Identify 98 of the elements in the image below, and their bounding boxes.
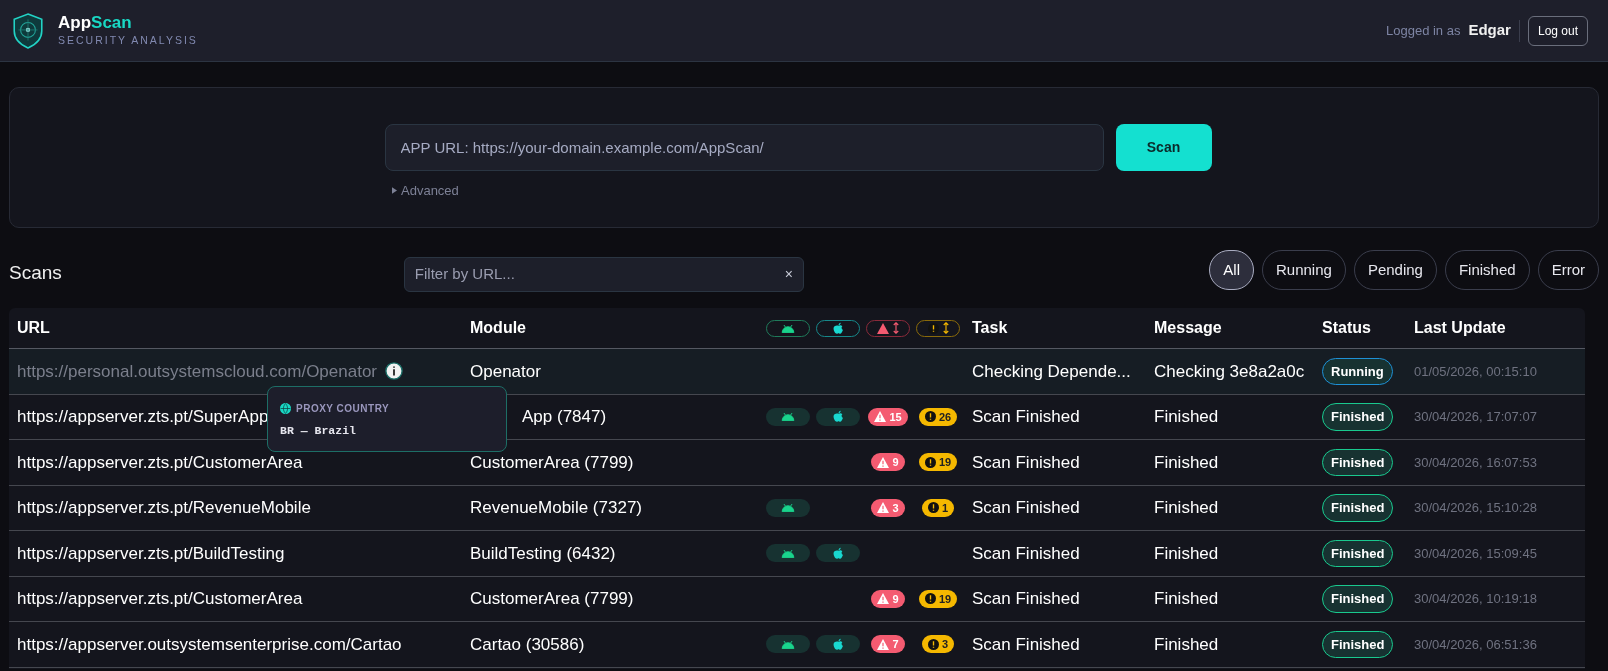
advanced-toggle[interactable]: Advanced bbox=[392, 181, 459, 201]
url-cell-text: https://appserver.zts.pt/CustomerArea bbox=[17, 451, 303, 474]
message-cell-text: Finished bbox=[1154, 633, 1220, 656]
task-cell-text: Scan Finished bbox=[972, 497, 1081, 519]
task-cell-text: Scan Finished bbox=[972, 633, 1081, 656]
exclamation-icon bbox=[924, 411, 936, 423]
status-badge: Finished bbox=[1322, 630, 1394, 658]
app-name: AppScan bbox=[58, 12, 133, 33]
url-cell-text: https://personal.outsystemscloud.com/Openator bbox=[17, 360, 377, 383]
clear-button[interactable]: × bbox=[784, 264, 793, 285]
app-url-field[interactable]: APP URL: https://your-domain.example.com/AppScan/ bbox=[384, 124, 1104, 171]
column-header: Task bbox=[972, 318, 1009, 338]
user-name: Edgar bbox=[1468, 20, 1511, 41]
android-icon bbox=[781, 323, 795, 333]
warning-icon bbox=[877, 638, 890, 650]
warning-count-badge: 1 bbox=[921, 498, 955, 517]
url-cell-text: https://appserver.zts.pt/BuildTesting bbox=[17, 542, 285, 565]
critical-count-badge: 9 bbox=[871, 589, 905, 608]
warning-icon bbox=[874, 411, 887, 423]
url-cell-text: https://appserver.zts.pt/CustomerArea bbox=[17, 588, 303, 610]
task-cell-text: Scan Finished bbox=[972, 542, 1081, 565]
message-cell-text: Finished bbox=[1154, 406, 1220, 428]
module-cell: Cartao (30586) bbox=[470, 634, 585, 654]
warning-count-badge: 3 bbox=[921, 635, 955, 654]
app-subtitle: SECURITY ANALYSIS bbox=[58, 32, 198, 48]
last-update-cell-text: 30/04/2026, 15:10:28 bbox=[1414, 499, 1538, 517]
warning-count-badge: 19 bbox=[918, 589, 958, 608]
task-cell-text: Checking Depende... bbox=[972, 360, 1132, 383]
last-update-cell-text: 30/04/2026, 15:09:45 bbox=[1414, 544, 1538, 563]
column-header: Last Update bbox=[1414, 318, 1507, 338]
message-cell-text: Finished bbox=[1154, 451, 1220, 474]
apple-icon bbox=[832, 321, 844, 335]
module-cell: Openator bbox=[470, 361, 541, 381]
tooltip-title: PROXY COUNTRY bbox=[296, 402, 390, 417]
warning-count-badge: 26 bbox=[918, 407, 958, 426]
critical-count-badge: 3 bbox=[871, 498, 905, 517]
warning-icon bbox=[877, 593, 890, 605]
apple-icon bbox=[832, 410, 844, 424]
task-cell-text: Scan Finished bbox=[972, 406, 1081, 428]
status-badge: Finished bbox=[1322, 448, 1394, 476]
exclamation-icon bbox=[927, 502, 939, 514]
message-cell-text: Finished bbox=[1154, 542, 1220, 565]
module-cell: App (7847) bbox=[522, 407, 607, 426]
module-cell: RevenueMobile (7327) bbox=[470, 498, 642, 517]
critical-count-badge: 7 bbox=[871, 635, 905, 654]
last-update-cell-text: 30/04/2026, 10:19:18 bbox=[1414, 590, 1538, 608]
logout-button[interactable]: Log out bbox=[1527, 15, 1588, 46]
exclamation-icon bbox=[927, 638, 939, 650]
module-cell: CustomerArea (7799) bbox=[470, 452, 634, 472]
status-badge: Finished bbox=[1322, 585, 1394, 613]
last-update-cell-text: 01/05/2026, 00:15:10 bbox=[1414, 362, 1538, 381]
android-icon bbox=[781, 548, 795, 558]
url-cell-text: https://appserver.outsystemsenterprise.com/Cartao bbox=[17, 633, 402, 656]
status-badge: Finished bbox=[1322, 403, 1394, 431]
message-cell-text: Checking 3e8a2a0c bbox=[1154, 360, 1306, 383]
critical-count-badge: 9 bbox=[871, 453, 905, 472]
url-cell-text: https://appserver.zts.pt/RevenueMobile bbox=[17, 497, 311, 519]
last-update-cell-text: 30/04/2026, 16:07:53 bbox=[1414, 453, 1538, 472]
column-header: Module bbox=[470, 318, 527, 338]
android-icon bbox=[781, 503, 795, 513]
warning-count-badge: 19 bbox=[918, 453, 958, 472]
apple-icon bbox=[832, 637, 844, 651]
logged-in-label: Logged in as bbox=[1386, 21, 1461, 40]
status-badge: Finished bbox=[1322, 494, 1394, 522]
message-cell-text: Finished bbox=[1154, 497, 1220, 519]
exclamation-icon bbox=[927, 322, 939, 334]
exclamation-icon bbox=[924, 593, 936, 605]
info-icon[interactable] bbox=[385, 362, 403, 381]
status-badge: Finished bbox=[1322, 539, 1394, 567]
shield-logo-icon bbox=[12, 12, 44, 49]
task-cell-text: Scan Finished bbox=[972, 588, 1081, 610]
android-icon bbox=[781, 639, 795, 649]
status-filter-tab[interactable]: All bbox=[1209, 250, 1254, 290]
warning-icon bbox=[877, 456, 890, 468]
last-update-cell-text: 30/04/2026, 17:07:07 bbox=[1414, 408, 1538, 426]
tooltip-value: BR — Brazil bbox=[280, 423, 357, 440]
url-filter-field[interactable]: Filter by URL... × bbox=[403, 257, 804, 292]
url-cell-text: https://appserver.zts.pt/SuperApp bbox=[17, 406, 269, 428]
critical-count-badge: 15 bbox=[868, 407, 908, 426]
scan-button[interactable]: Scan bbox=[1115, 124, 1212, 171]
apple-icon bbox=[832, 546, 844, 560]
sort-icon bbox=[942, 322, 949, 334]
exclamation-icon bbox=[924, 456, 936, 468]
status-badge: Running bbox=[1322, 357, 1393, 385]
column-header: URL bbox=[16, 318, 51, 338]
column-header: Message bbox=[1154, 318, 1223, 338]
module-cell: CustomerArea (7799) bbox=[470, 589, 634, 608]
module-cell: BuildTesting (6432) bbox=[470, 543, 616, 563]
column-header: Status bbox=[1322, 318, 1372, 338]
last-update-cell-text: 30/04/2026, 06:51:36 bbox=[1414, 635, 1538, 654]
warning-icon bbox=[877, 322, 889, 334]
task-cell-text: Scan Finished bbox=[972, 451, 1081, 474]
android-icon bbox=[781, 412, 795, 422]
scans-title: Scans bbox=[9, 261, 62, 285]
sort-icon bbox=[893, 322, 899, 334]
globe-icon bbox=[280, 403, 291, 415]
warning-icon bbox=[877, 502, 890, 514]
message-cell-text: Finished bbox=[1154, 588, 1220, 610]
